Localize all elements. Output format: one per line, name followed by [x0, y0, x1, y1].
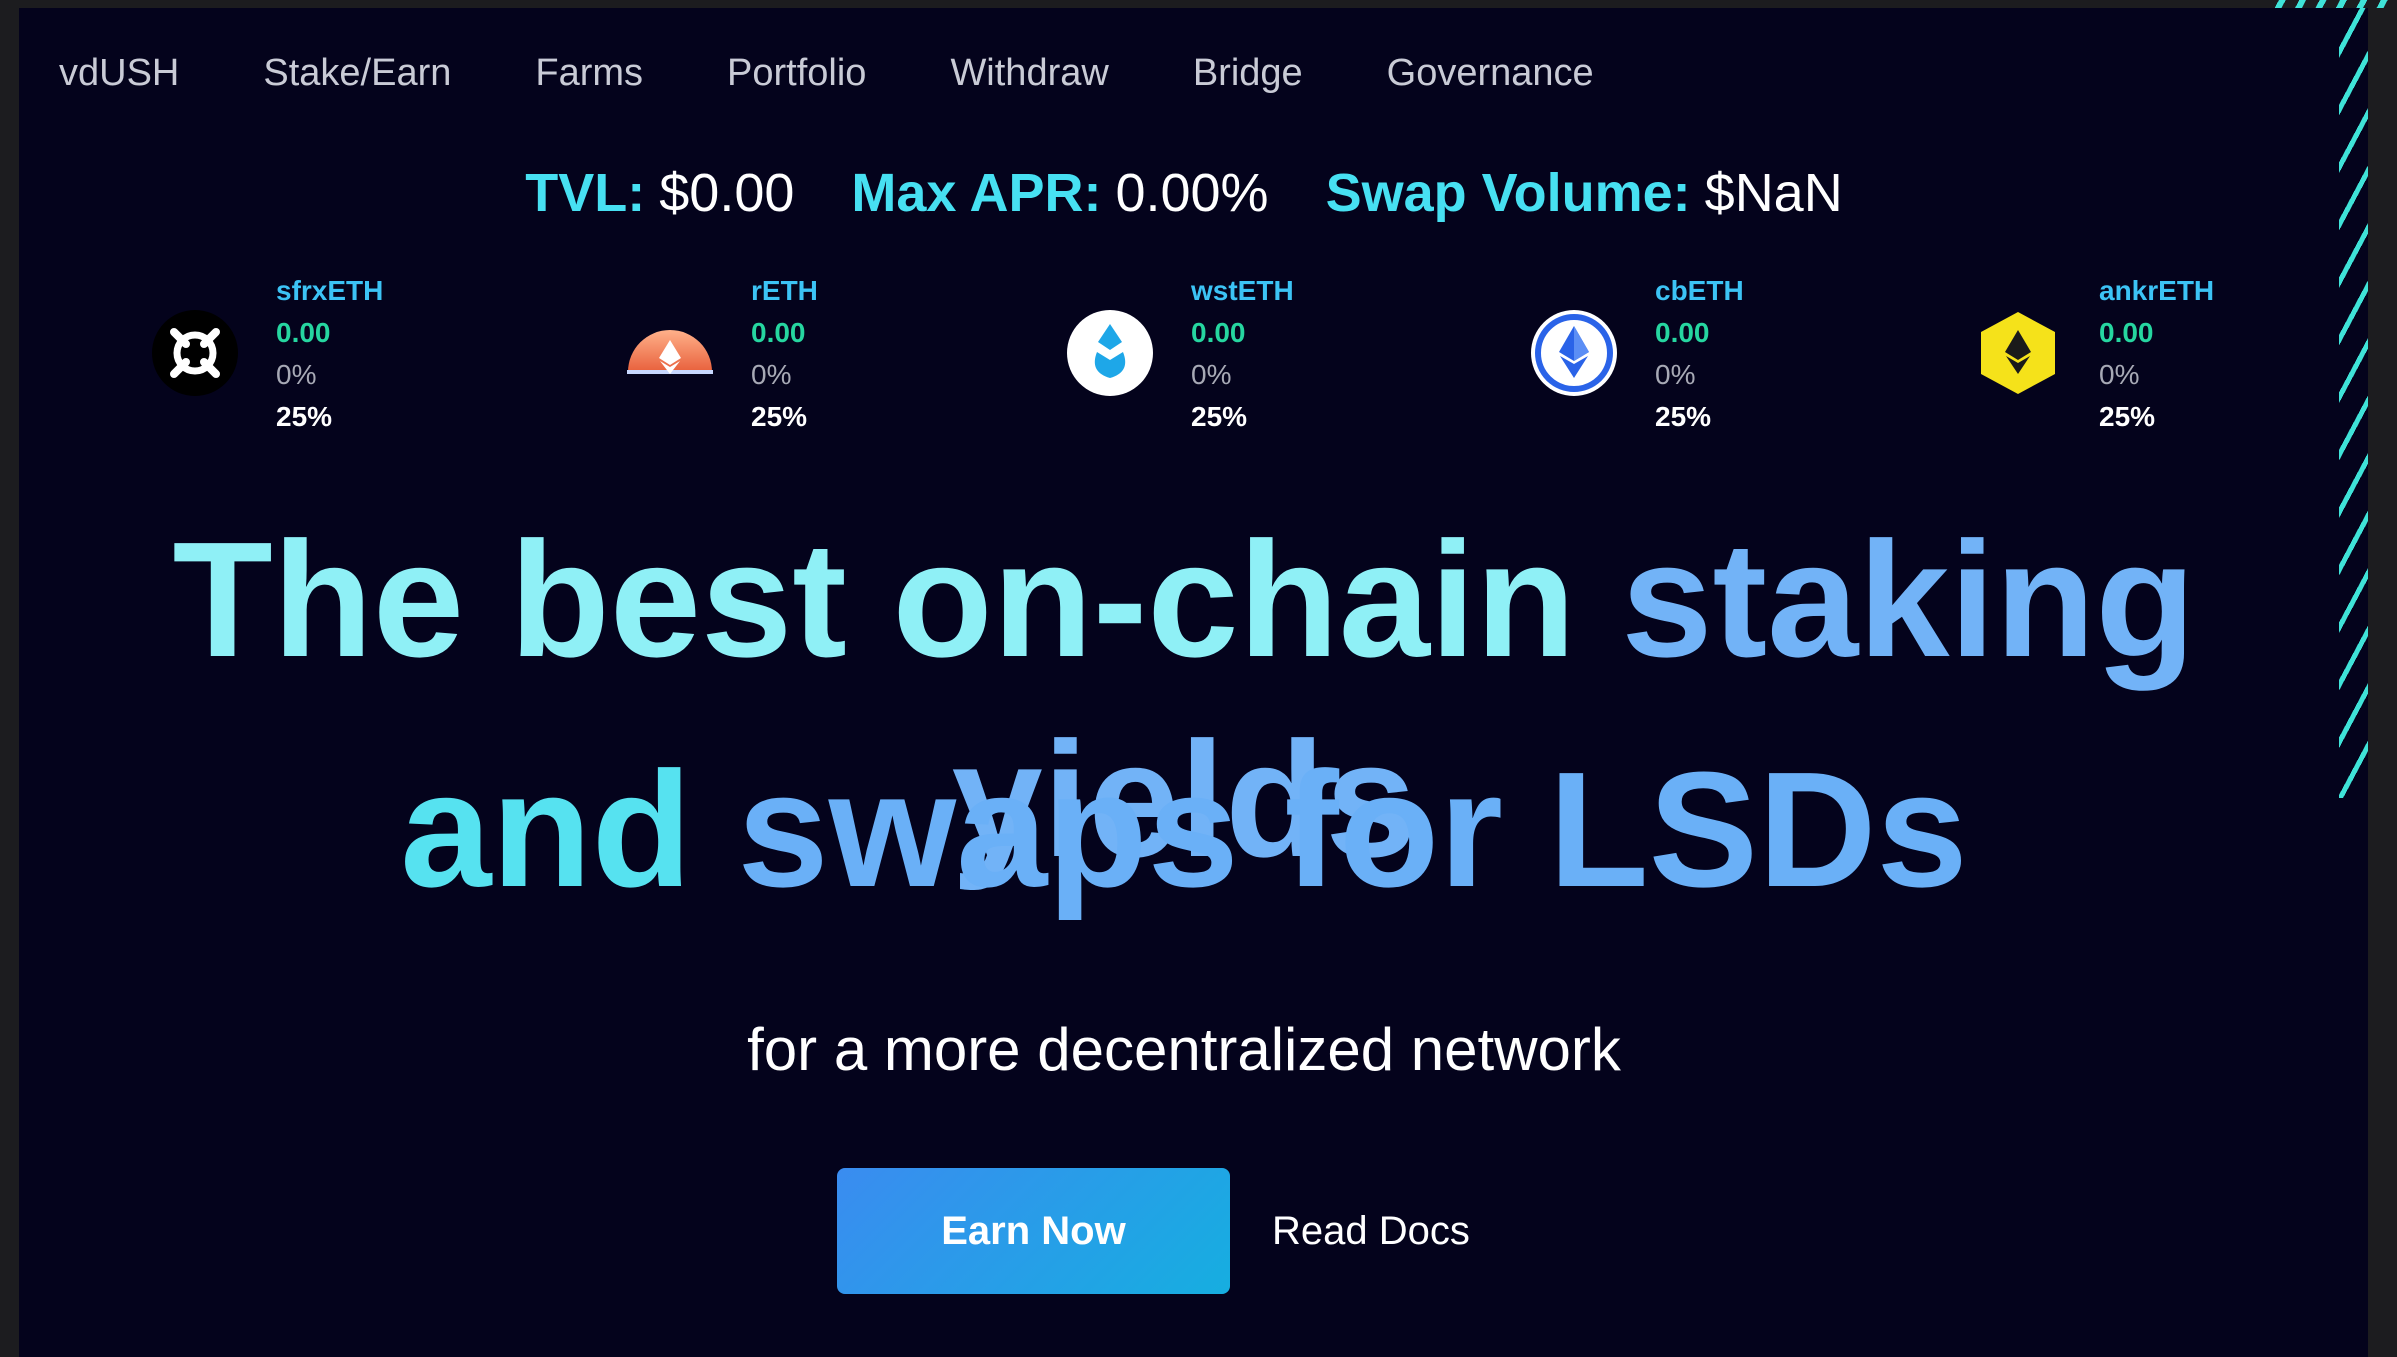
- token-name: sfrxETH: [276, 275, 384, 306]
- token-amount: 0.00: [276, 317, 331, 348]
- swap-volume-label: Swap Volume:: [1325, 163, 1691, 223]
- token-amount: 0.00: [1655, 317, 1710, 348]
- swap-volume-value: $NaN: [1704, 163, 1843, 223]
- nav-item-stake-earn[interactable]: Stake/Earn: [263, 48, 451, 98]
- token-apr: 0%: [1655, 359, 1696, 390]
- hero-headline-line2: and swaps for LSDs: [19, 730, 2349, 930]
- token-name: cbETH: [1655, 275, 1744, 306]
- coinbase-eth-icon: [1531, 310, 1617, 396]
- token-amount: 0.00: [1191, 317, 1246, 348]
- token-apr: 0%: [2099, 359, 2140, 390]
- token-share: 25%: [751, 401, 808, 432]
- token-share: 25%: [276, 401, 333, 432]
- token-apr: 0%: [751, 359, 792, 390]
- token-cbeth: cbETH 0.00 0% 25%: [1531, 270, 1831, 440]
- nav-item-withdraw[interactable]: Withdraw: [950, 48, 1108, 98]
- frax-icon: [152, 310, 238, 396]
- token-share: 25%: [2099, 401, 2156, 432]
- rocketpool-icon: [627, 310, 713, 396]
- token-share: 25%: [1655, 401, 1712, 432]
- ankr-icon: [1975, 310, 2061, 396]
- hero-line2-part1: and: [400, 738, 738, 921]
- token-name: ankrETH: [2099, 275, 2215, 306]
- token-apr: 0%: [1191, 359, 1232, 390]
- max-apr-value: 0.00%: [1115, 163, 1269, 223]
- token-name: wstETH: [1191, 275, 1294, 306]
- token-amount: 0.00: [2099, 317, 2154, 348]
- token-apr: 0%: [276, 359, 317, 390]
- tvl-label: TVL:: [525, 163, 646, 223]
- token-share: 25%: [1191, 401, 1248, 432]
- nav-item-bridge[interactable]: Bridge: [1193, 48, 1303, 98]
- hero-line2-part2: swaps for LSDs: [737, 738, 1968, 921]
- token-ankreth: ankrETH 0.00 0% 25%: [1975, 270, 2275, 440]
- nav-item-portfolio[interactable]: Portfolio: [727, 48, 866, 98]
- app-panel: vdUSH Stake/Earn Farms Portfolio Withdra…: [19, 8, 2368, 1357]
- lido-icon: [1067, 310, 1153, 396]
- read-docs-link[interactable]: Read Docs: [1272, 1203, 1470, 1259]
- nav-item-governance[interactable]: Governance: [1387, 48, 1594, 98]
- top-nav: vdUSH Stake/Earn Farms Portfolio Withdra…: [59, 48, 1678, 98]
- hero-subtitle: for a more decentralized network: [747, 1016, 1621, 1083]
- nav-item-vdush[interactable]: vdUSH: [59, 48, 179, 98]
- nav-item-farms[interactable]: Farms: [535, 48, 643, 98]
- hero-line1-part1: The best on-chain: [172, 508, 1622, 691]
- token-wsteth: wstETH 0.00 0% 25%: [1067, 270, 1367, 440]
- token-amount: 0.00: [751, 317, 806, 348]
- decorative-stripes-top: [2270, 0, 2397, 8]
- token-reth: rETH 0.00 0% 25%: [627, 270, 927, 440]
- stats-bar: TVL: $0.00 Max APR: 0.00% Swap Volume: $NaN: [19, 158, 2349, 228]
- earn-now-button[interactable]: Earn Now: [837, 1168, 1230, 1294]
- tvl-value: $0.00: [659, 163, 795, 223]
- token-sfrxeth: sfrxETH 0.00 0% 25%: [152, 270, 452, 440]
- token-name: rETH: [751, 275, 818, 306]
- max-apr-label: Max APR:: [851, 163, 1102, 223]
